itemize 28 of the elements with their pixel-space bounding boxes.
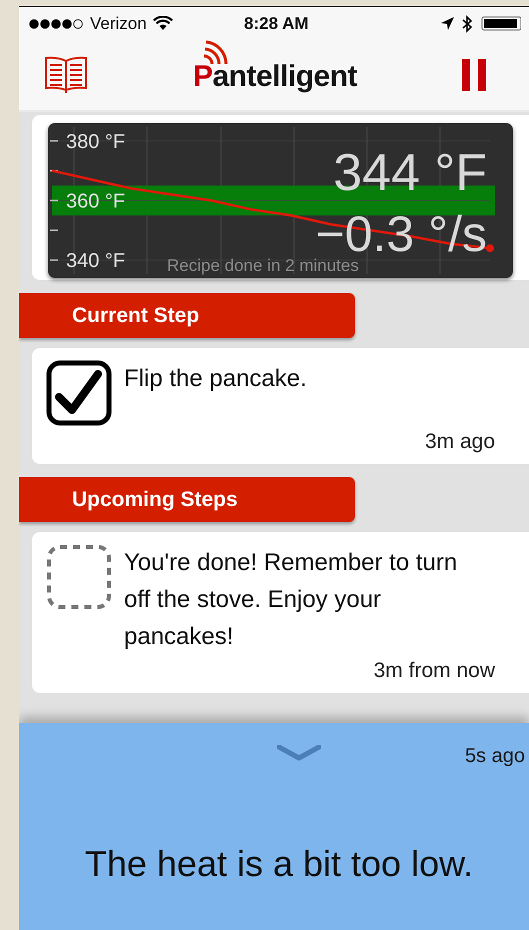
alert-time: 5s ago (464, 745, 525, 768)
pause-icon[interactable] (462, 59, 486, 91)
battery-icon (481, 16, 521, 31)
current-temperature: 344 °F (333, 143, 487, 203)
axis-tick (50, 230, 58, 232)
bluetooth-icon (462, 14, 473, 32)
wifi-icon (152, 16, 173, 31)
book-icon[interactable] (44, 55, 88, 95)
axis-label: 360 °F (66, 190, 126, 212)
axis-tick (50, 200, 58, 202)
clock-time: 8:28 AM (244, 14, 309, 34)
recipe-eta: Recipe done in 2 minutes (167, 256, 359, 276)
axis-tick (50, 140, 58, 142)
axis-label: 340 °F (66, 250, 126, 272)
step-time: 3m from now (374, 659, 495, 683)
section-header: Upcoming Steps (19, 477, 355, 522)
axis-label: 380 °F (66, 130, 126, 153)
step-text: You're done! Remember to turn off the stove. Enjoy your pancakes! (124, 548, 458, 652)
location-arrow-icon (441, 17, 454, 30)
axis-tick (50, 170, 58, 172)
alert-message: The heat is a bit too low. (84, 843, 474, 885)
carrier-name: Verizon (90, 14, 147, 34)
app-logo: Pantelligent (192, 60, 358, 94)
step-text: Flip the pancake. (124, 364, 308, 394)
step-time: 3m ago (424, 430, 495, 454)
section-header: Current Step (19, 293, 355, 338)
signal-icon (29, 18, 84, 28)
axis-tick (50, 259, 58, 261)
